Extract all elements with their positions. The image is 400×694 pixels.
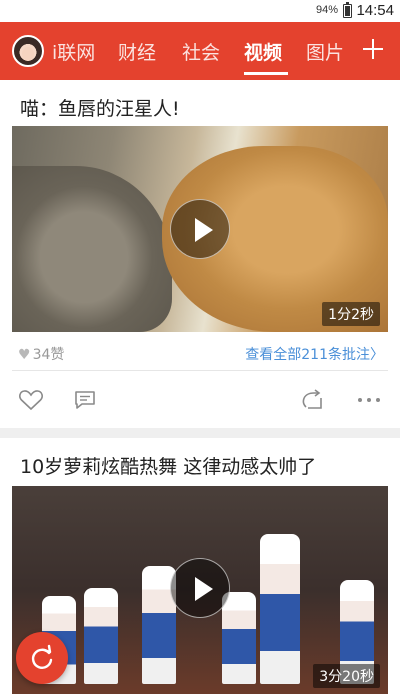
like-count: ♥ 34赞 — [18, 344, 64, 364]
feed-card: 喵：鱼唇的汪星人! 1分2秒 ♥ 34赞 查看全部211条批注〉 — [0, 80, 400, 428]
play-icon[interactable] — [170, 558, 230, 618]
video-duration: 1分2秒 — [322, 302, 380, 326]
tab-pictures[interactable]: 图片 — [306, 38, 344, 65]
view-all-comments-link[interactable]: 查看全部211条批注〉 — [245, 344, 384, 364]
avatar-face — [22, 47, 34, 61]
avatar[interactable] — [12, 35, 44, 67]
action-bar — [0, 380, 400, 420]
chevron-right-icon: 〉 — [370, 347, 384, 363]
refresh-button[interactable] — [16, 632, 68, 684]
tab-finance[interactable]: 财经 — [118, 38, 156, 65]
share-icon[interactable] — [300, 388, 326, 412]
status-bar: 94% 14:54 — [0, 0, 400, 22]
dancer — [222, 592, 256, 684]
plus-icon[interactable] — [360, 36, 386, 62]
active-tab-indicator — [244, 72, 288, 75]
cat-figure — [12, 166, 172, 332]
more-icon[interactable] — [356, 388, 382, 412]
like-count-text: 34赞 — [32, 347, 65, 363]
divider — [12, 370, 388, 371]
comment-icon[interactable] — [72, 388, 98, 412]
dancer — [260, 534, 300, 684]
meta-row: ♥ 34赞 查看全部211条批注〉 — [0, 342, 400, 366]
heart-icon[interactable] — [18, 388, 44, 412]
top-nav: i联网 财经 社会 视频 图片 — [0, 22, 400, 80]
video-title[interactable]: 10岁萝莉炫酷热舞 这律动感太帅了 — [20, 452, 316, 479]
video-duration: 3分20秒 — [313, 664, 380, 688]
clock: 14:54 — [356, 2, 394, 19]
battery-icon — [343, 2, 352, 18]
video-thumbnail[interactable]: 1分2秒 — [12, 126, 388, 332]
heart-icon: ♥ — [18, 347, 31, 363]
view-all-comments-text: 查看全部211条批注 — [245, 347, 370, 363]
tab-ilianwang[interactable]: i联网 — [52, 38, 95, 65]
video-title[interactable]: 喵：鱼唇的汪星人! — [20, 94, 180, 121]
dancer — [84, 588, 118, 684]
battery-percent: 94% — [315, 4, 338, 16]
tab-society[interactable]: 社会 — [182, 38, 220, 65]
refresh-icon — [31, 644, 53, 669]
video-thumbnail[interactable]: 3分20秒 — [12, 486, 388, 694]
play-icon[interactable] — [170, 199, 230, 259]
tab-video[interactable]: 视频 — [244, 38, 282, 65]
